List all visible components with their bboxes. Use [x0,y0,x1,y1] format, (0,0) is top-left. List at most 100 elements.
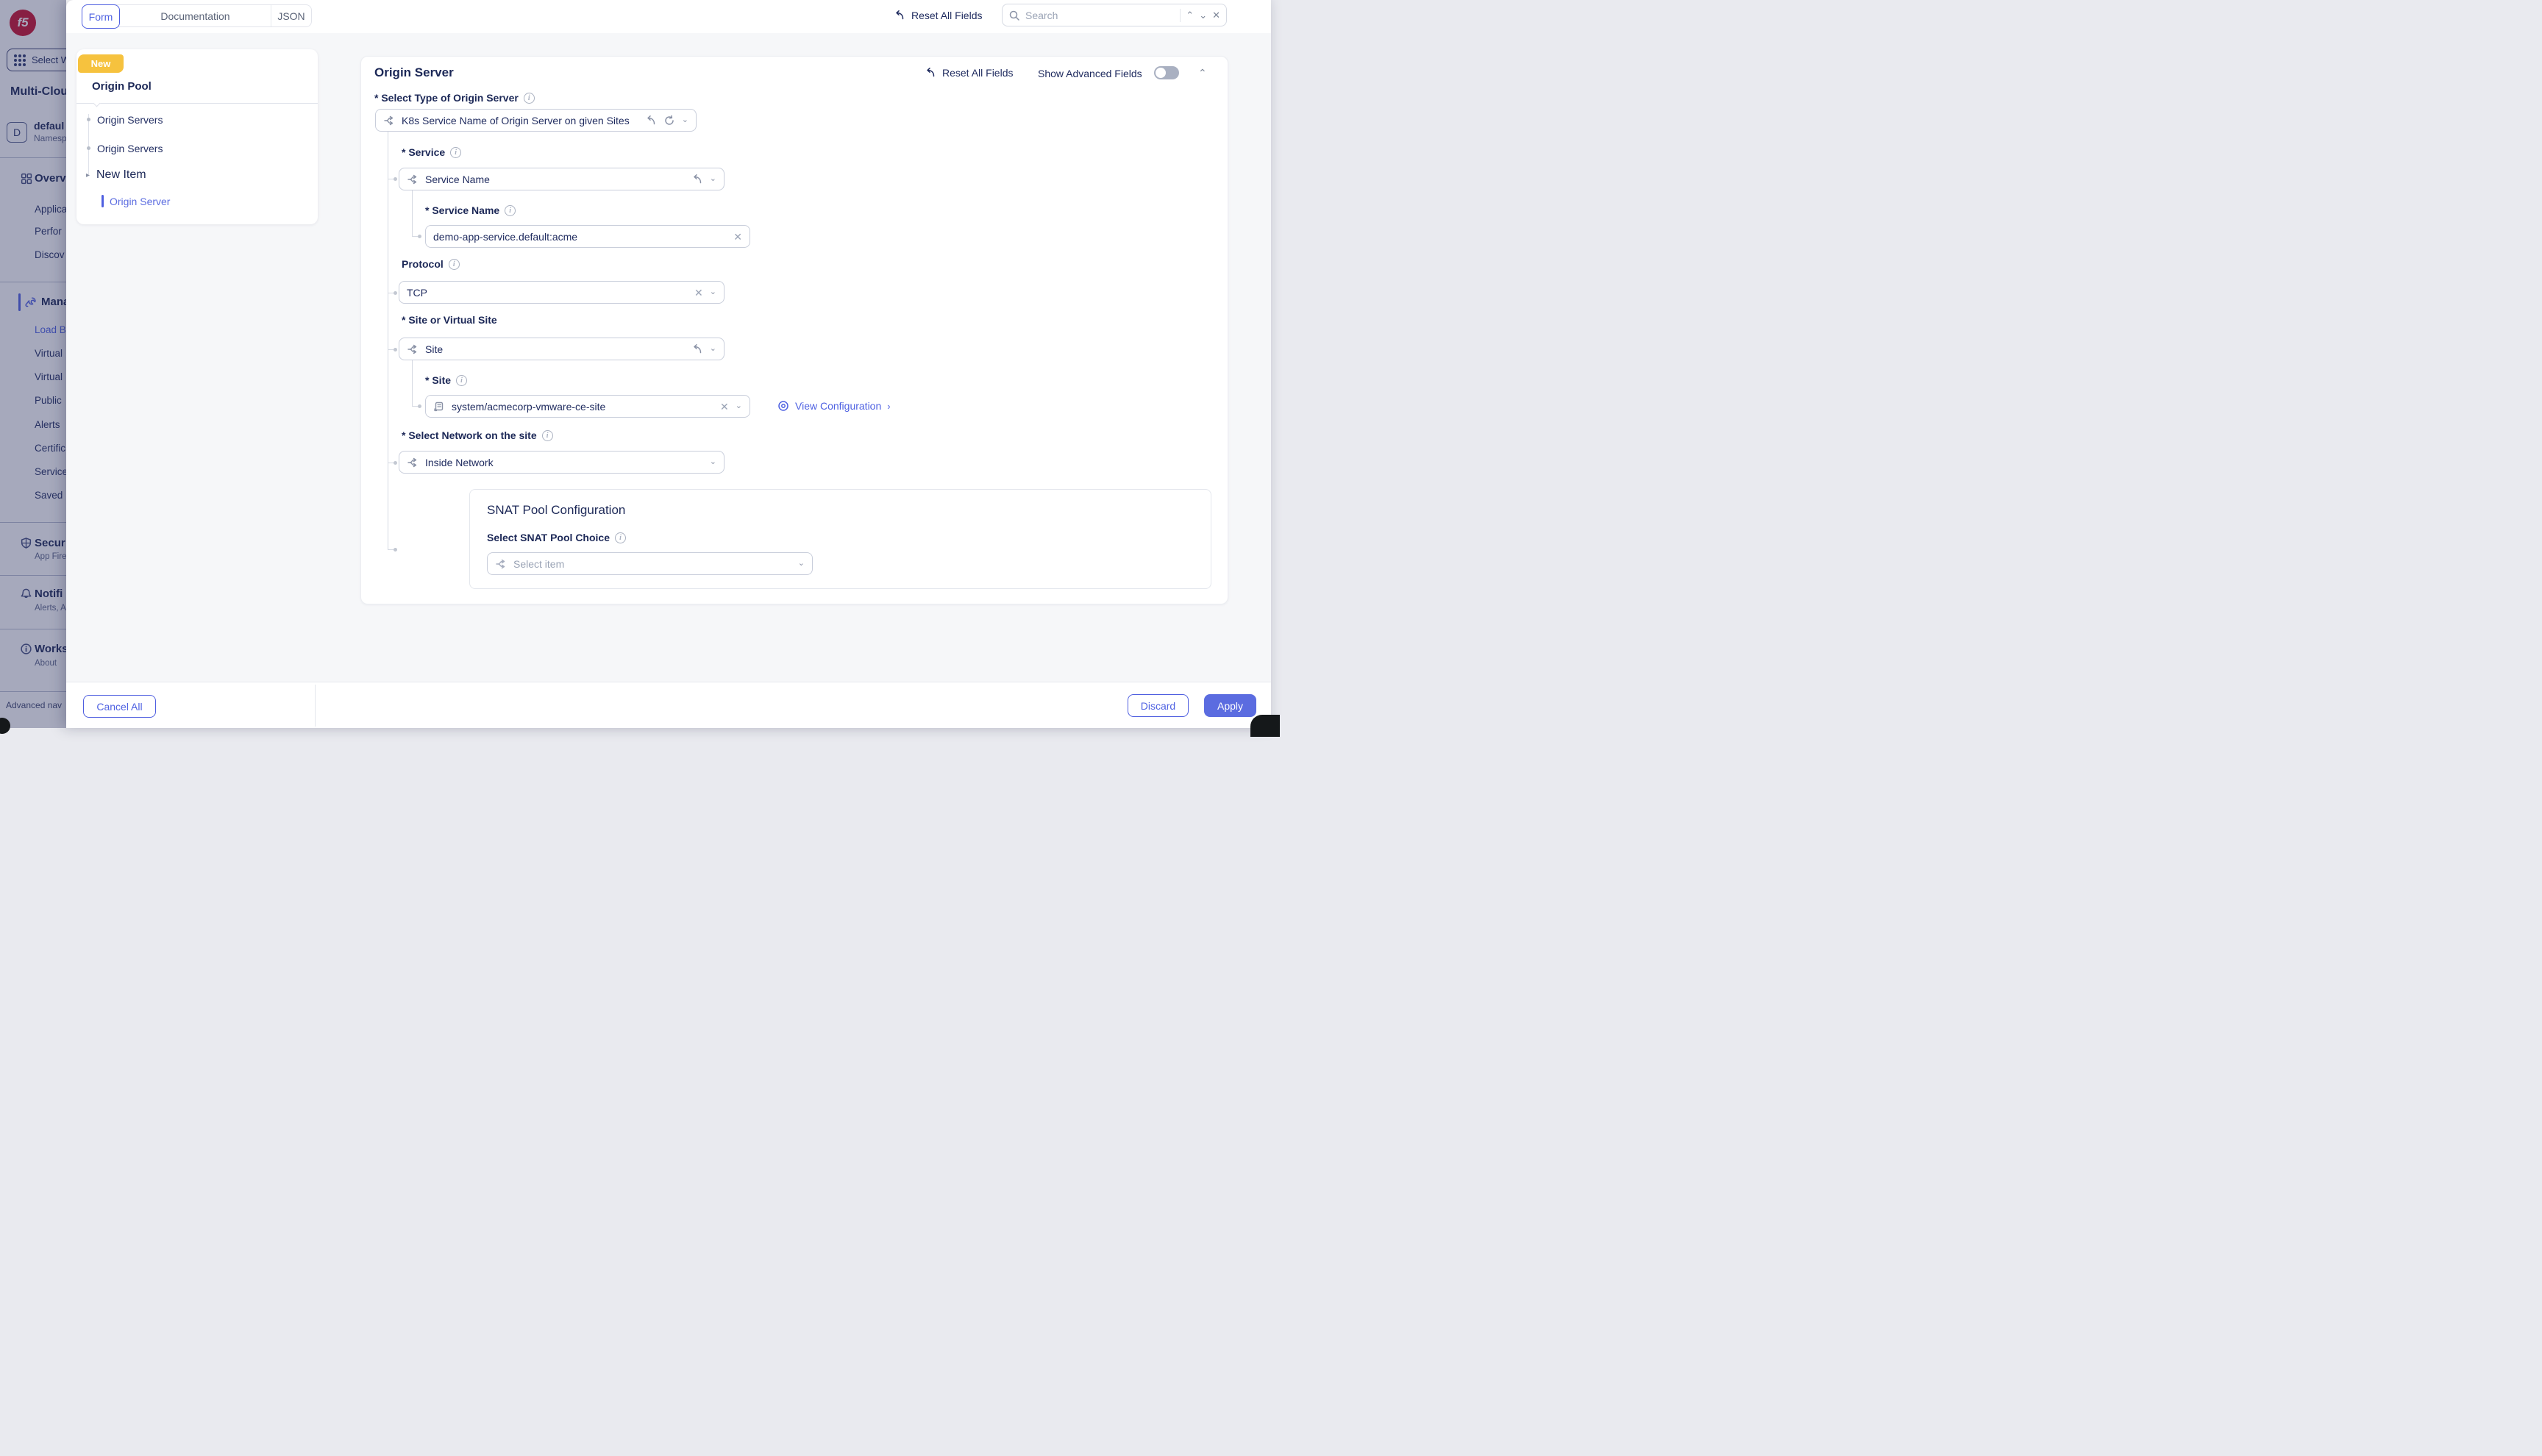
reset-all-fields-top-button[interactable]: Reset All Fields [894,5,982,26]
undo-icon[interactable] [691,343,703,355]
connector-dot [394,461,397,465]
cancel-all-button[interactable]: Cancel All [83,695,156,718]
info-icon[interactable]: i [524,93,535,104]
origin-server-type-select[interactable]: K8s Service Name of Origin Server on giv… [375,109,697,132]
chevron-down-icon[interactable]: ⌄ [736,402,742,410]
service-name-input[interactable]: demo-app-service.default:acme ✕ [425,225,750,248]
refresh-icon[interactable] [663,115,675,126]
undo-icon[interactable] [645,115,657,126]
connector-dash [412,236,418,237]
reset-all-fields-card-button[interactable]: Reset All Fields [925,67,1013,79]
network-select[interactable]: Inside Network ⌄ [399,451,724,474]
network-label-text: * Select Network on the site [402,429,537,441]
connector-dot [418,235,421,238]
tree-connector-line [88,114,89,174]
clear-icon[interactable]: ✕ [720,402,729,412]
discard-button[interactable]: Discard [1128,694,1189,717]
search-placeholder: Search [1025,10,1175,21]
chevron-down-icon[interactable]: ⌄ [710,345,716,353]
protocol-select[interactable]: TCP ✕ ⌄ [399,281,724,304]
undo-icon [894,10,905,21]
app-window: f5 Select W Multi-Clou D defaul Namesp O… [0,0,1271,728]
corner-widget[interactable] [1250,715,1280,737]
info-icon[interactable]: i [505,205,516,216]
snat-section-title: SNAT Pool Configuration [487,503,625,518]
tree-active-bar [102,195,104,207]
collapse-card-icon[interactable]: ⌃ [1198,68,1207,78]
chevron-down-icon[interactable]: ⌄ [710,288,716,296]
apply-button[interactable]: Apply [1204,694,1256,717]
clear-icon[interactable]: ✕ [694,288,703,298]
snat-pool-select[interactable]: Select item ⌄ [487,552,813,575]
modal-overlay [0,0,66,728]
site-reference-icon [433,401,445,413]
tree-title: Origin Pool [92,80,152,93]
site-label-text: * Site [425,374,451,386]
info-icon[interactable]: i [615,532,626,543]
site-or-virtual-site-select[interactable]: Site ⌄ [399,338,724,360]
chevron-down-icon[interactable]: ⌄ [710,458,716,466]
undo-icon [925,67,936,79]
info-icon[interactable]: i [456,375,467,386]
site-group-label-text: * Site or Virtual Site [402,314,497,326]
cancel-all-label: Cancel All [96,701,142,713]
connector-dot [418,404,421,408]
tree-collapse-notch[interactable] [93,100,101,107]
show-advanced-fields-toggle[interactable] [1154,66,1179,79]
snat-choice-label-text: Select SNAT Pool Choice [487,532,610,543]
clear-icon[interactable]: ✕ [733,232,742,242]
branch-icon [383,115,395,126]
info-icon[interactable]: i [449,259,460,270]
site-select[interactable]: system/acmecorp-vmware-ce-site ✕ ⌄ [425,395,750,418]
tab-json[interactable]: JSON [271,5,311,26]
tree-connector-line [412,360,413,406]
search-divider [1180,9,1181,22]
service-value: Service Name [425,174,685,185]
view-configuration-link[interactable]: View Configuration › [777,400,891,412]
connector-dot [394,291,397,295]
tree-item-origin-servers-1[interactable]: Origin Servers [97,114,163,126]
search-close-icon[interactable]: ✕ [1212,10,1220,20]
snat-choice-label: Select SNAT Pool Choice i [487,532,626,543]
show-advanced-fields-label: Show Advanced Fields [1038,68,1142,79]
tree-item-origin-server[interactable]: Origin Server [110,196,170,207]
branch-icon [407,343,419,355]
search-prev-icon[interactable]: ⌃ [1186,10,1194,20]
tab-documentation[interactable]: Documentation [120,5,271,26]
origin-server-type-value: K8s Service Name of Origin Server on giv… [402,115,638,126]
protocol-label-text: Protocol [402,258,444,270]
footer-divider [315,685,316,727]
connector-dot [394,548,397,552]
tree-connector-line [412,190,413,236]
chevron-right-icon: › [887,401,890,412]
search-next-icon[interactable]: ⌄ [1199,10,1207,20]
tree-item-new-item[interactable]: New Item [96,168,146,182]
branch-icon [495,558,507,570]
chevron-down-icon[interactable]: ⌄ [682,116,688,124]
modal-footer: Cancel All Discard Apply [66,682,1271,728]
service-field-label: * Service i [402,146,461,158]
connector-dot [394,348,397,351]
view-mode-tabs: Form Documentation JSON [82,4,312,27]
connector-dash [412,406,418,407]
reset-all-fields-card-label: Reset All Fields [942,67,1013,79]
search-input[interactable]: Search ⌃ ⌄ ✕ [1002,4,1227,26]
undo-icon[interactable] [691,174,703,185]
service-select[interactable]: Service Name ⌄ [399,168,724,190]
site-group-value: Site [425,343,685,355]
chevron-down-icon[interactable]: ⌄ [798,560,805,568]
info-icon[interactable]: i [450,147,461,158]
tab-form[interactable]: Form [82,4,120,29]
network-value: Inside Network [425,457,703,468]
info-icon[interactable]: i [542,430,553,441]
service-name-value: demo-app-service.default:acme [433,231,727,243]
tree-divider [76,103,318,104]
chevron-down-icon[interactable]: ⌄ [710,175,716,183]
branch-icon [407,174,419,185]
snat-pool-section: SNAT Pool Configuration Select SNAT Pool… [469,489,1211,589]
eye-icon [777,400,789,412]
service-field-label-text: * Service [402,146,445,158]
tree-item-origin-servers-2[interactable]: Origin Servers [97,143,163,154]
view-configuration-label: View Configuration [795,400,881,412]
discard-label: Discard [1141,700,1175,712]
